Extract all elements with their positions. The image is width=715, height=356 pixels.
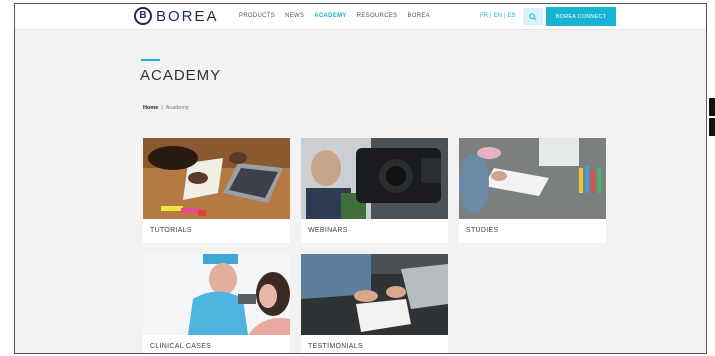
- search-button[interactable]: [523, 8, 543, 25]
- borea-connect-button[interactable]: BOREA CONNECT: [546, 7, 616, 26]
- clinical-cases-image: [143, 254, 290, 335]
- lang-separator: |: [503, 13, 506, 19]
- card-label: STUDIES: [466, 227, 499, 234]
- search-icon: [529, 12, 537, 21]
- card-label: WEBINARS: [308, 227, 348, 234]
- nav-resources[interactable]: RESOURCES: [357, 13, 398, 19]
- title-accent-bar: [141, 59, 160, 61]
- testimonials-image: [301, 254, 448, 335]
- site-header: B BOREA PRODUCTS NEWS ACADEMY RESOURCES …: [15, 4, 706, 30]
- tutorials-image: [143, 138, 290, 219]
- card-testimonials[interactable]: TESTIMONIALS: [301, 254, 448, 353]
- nav-academy[interactable]: ACADEMY: [314, 13, 346, 19]
- browser-viewport: B BOREA PRODUCTS NEWS ACADEMY RESOURCES …: [14, 3, 707, 354]
- side-tab-top[interactable]: [709, 98, 715, 116]
- breadcrumb-home[interactable]: Home: [143, 105, 158, 111]
- card-tutorials[interactable]: TUTORIALS: [143, 138, 290, 243]
- breadcrumb: Home | Academy: [143, 105, 189, 111]
- logo-text: BOREA: [156, 7, 219, 25]
- card-label: CLINICAL CASES: [150, 343, 212, 350]
- language-switcher: FR | EN | ES: [480, 13, 515, 19]
- lang-en[interactable]: EN: [494, 13, 502, 19]
- page-title: ACADEMY: [140, 67, 222, 84]
- lang-fr[interactable]: FR: [480, 13, 488, 19]
- nav-news[interactable]: NEWS: [285, 13, 304, 19]
- breadcrumb-separator: |: [161, 105, 163, 111]
- webinars-image: [301, 138, 448, 219]
- card-label: TUTORIALS: [150, 227, 192, 234]
- studies-image: [459, 138, 606, 219]
- main-nav: PRODUCTS NEWS ACADEMY RESOURCES BOREA: [239, 13, 430, 19]
- card-label: TESTIMONIALS: [308, 343, 363, 350]
- logo-mark-letter: B: [139, 10, 147, 21]
- card-clinical-cases[interactable]: CLINICAL CASES: [143, 254, 290, 353]
- lang-es[interactable]: ES: [507, 13, 515, 19]
- card-webinars[interactable]: WEBINARS: [301, 138, 448, 243]
- borea-logo[interactable]: B BOREA: [134, 7, 219, 25]
- breadcrumb-current: Academy: [165, 105, 189, 111]
- lang-separator: |: [490, 13, 492, 19]
- nav-products[interactable]: PRODUCTS: [239, 13, 275, 19]
- card-studies[interactable]: STUDIES: [459, 138, 606, 243]
- nav-borea[interactable]: BOREA: [407, 13, 430, 19]
- borea-logo-icon: B: [134, 7, 152, 25]
- side-tab-bottom[interactable]: [709, 118, 715, 136]
